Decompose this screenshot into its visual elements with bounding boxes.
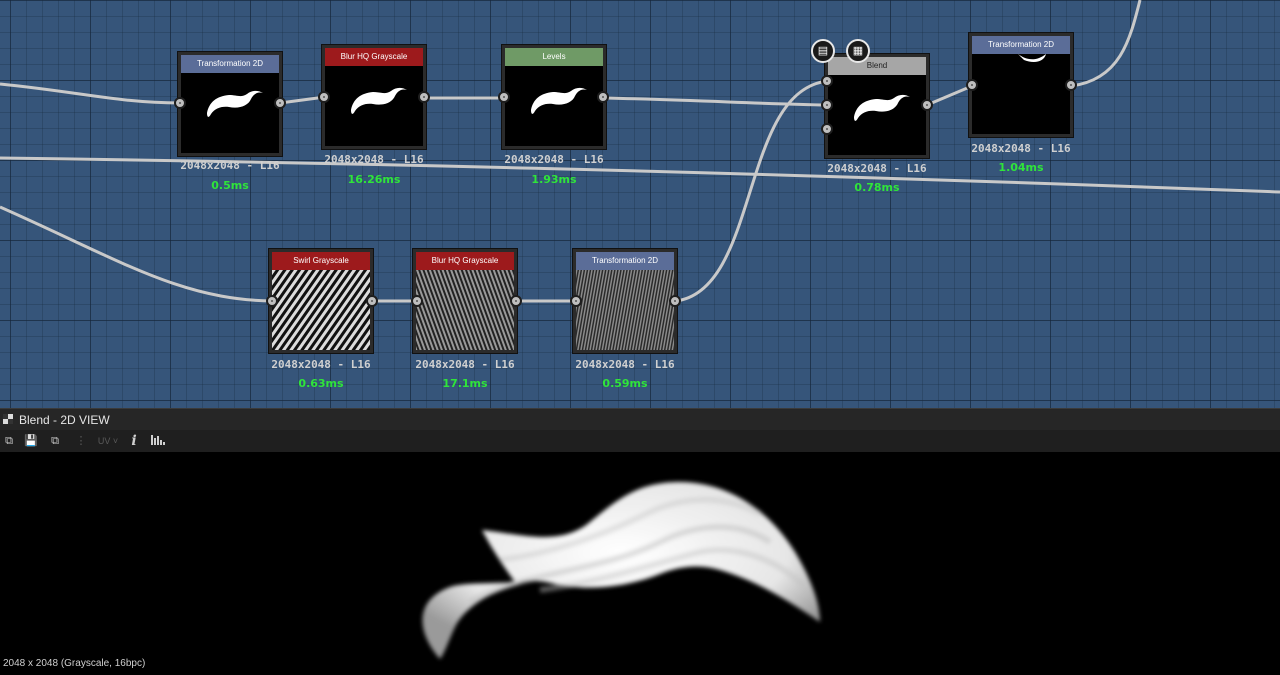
node-title: Blend [828,57,926,75]
input-port[interactable] [411,295,423,307]
node-title: Transformation 2D [576,252,674,270]
uv-label: UV [97,436,111,446]
output-port[interactable] [274,97,286,109]
export-icon[interactable]: ⧉ [48,433,62,449]
transform-thumbnail [576,270,674,350]
swirl-thumbnail [272,270,370,350]
wire [0,82,181,105]
histogram-bars [151,435,165,445]
node-levels[interactable]: Levels [502,45,606,149]
uv-dropdown[interactable]: UV ˅ [94,433,122,449]
input-port[interactable] [266,295,278,307]
2d-view-title: Blend - 2D VIEW [19,413,110,427]
status-bar-text: 2048 x 2048 (Grayscale, 16bpc) [3,658,146,669]
wire [675,79,829,303]
output-port[interactable] [418,91,430,103]
output-port[interactable] [366,295,378,307]
wire [1070,0,1142,88]
node-transformation-2d[interactable]: Transformation 2D [178,52,282,156]
input-port[interactable] [966,79,978,91]
node-resolution: 2048x2048 - L16 [324,153,424,166]
input-port-mask[interactable] [821,123,833,135]
input-port[interactable] [174,97,186,109]
node-title: Transformation 2D [181,55,279,73]
node-resolution: 2048x2048 - L16 [415,358,515,371]
node-resolution: 2048x2048 - L16 [575,358,675,371]
checker-icon [3,414,13,424]
save-icon[interactable]: 💾 [24,433,38,449]
document-icon[interactable]: ▤ [811,39,835,63]
node-time: 16.26ms [347,173,401,186]
node-time: 1.04ms [998,161,1044,174]
input-port-background[interactable] [821,99,833,111]
node-time: 0.78ms [854,181,900,194]
output-port[interactable] [1065,79,1077,91]
node-time: 0.63ms [298,377,344,390]
2d-view-canvas[interactable] [0,452,1280,675]
copy-icon[interactable]: ⧉ [2,433,16,449]
plume-thumbnail [531,87,587,114]
node-resolution: 2048x2048 - L16 [971,142,1071,155]
node-blur-hq-grayscale[interactable]: Blur HQ Grayscale [322,45,426,149]
wire [926,84,973,107]
node-swirl-grayscale[interactable]: Swirl Grayscale [269,249,373,353]
node-time: 17.1ms [442,377,488,390]
info-icon[interactable]: i [128,433,140,449]
plume-thumbnail [351,87,407,114]
histogram-icon[interactable] [150,433,166,449]
tiling-icon[interactable]: ⋮ [74,433,88,449]
output-port[interactable] [597,91,609,103]
node-transformation-2d[interactable]: Transformation 2D [969,33,1073,137]
input-port[interactable] [570,295,582,307]
node-time: 0.59ms [602,377,648,390]
node-resolution: 2048x2048 - L16 [827,162,927,175]
node-resolution: 2048x2048 - L16 [271,358,371,371]
node-title: Blur HQ Grayscale [416,252,514,270]
node-time: 0.5ms [211,179,249,192]
blur-thumbnail [416,270,514,350]
node-transformation-2d[interactable]: Transformation 2D [573,249,677,353]
node-time: 1.93ms [531,173,577,186]
plume-thumbnail [854,94,910,121]
node-title: Swirl Grayscale [272,252,370,270]
2d-view-toolbar: ⧉ 💾 ⧉ ⋮ UV ˅ i [0,430,1280,452]
input-port-foreground[interactable] [821,75,833,87]
checker-icon[interactable]: ▦ [846,39,870,63]
2d-view-titlebar: Blend - 2D VIEW [0,408,1280,430]
input-port[interactable] [318,91,330,103]
node-blend[interactable]: Blend [825,54,929,158]
output-port[interactable] [510,295,522,307]
node-title: Blur HQ Grayscale [325,48,423,66]
wire [0,205,274,303]
node-title: Transformation 2D [972,36,1070,54]
output-port[interactable] [921,99,933,111]
node-blur-hq-grayscale[interactable]: Blur HQ Grayscale [413,249,517,353]
input-port[interactable] [498,91,510,103]
node-resolution: 2048x2048 - L16 [504,153,604,166]
node-graph-canvas[interactable]: Transformation 2D 2048x2048 - L16 0.5ms … [0,0,1280,408]
plume-thumbnail [207,90,263,117]
blend-output-image [422,482,820,659]
node-title: Levels [505,48,603,66]
node-resolution: 2048x2048 - L16 [180,159,280,172]
output-port[interactable] [669,295,681,307]
